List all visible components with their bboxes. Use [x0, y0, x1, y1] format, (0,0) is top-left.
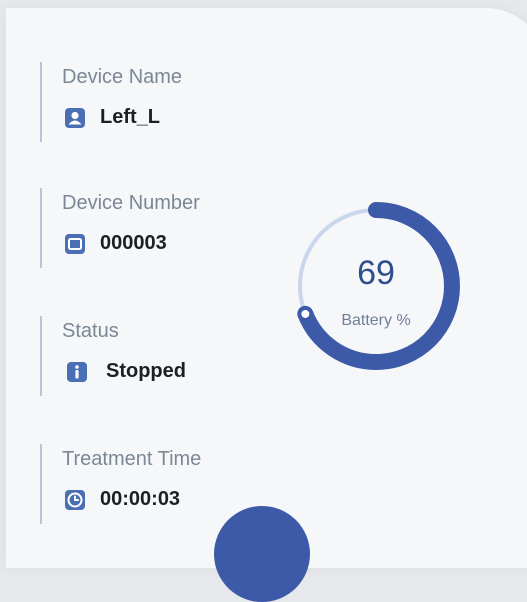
device-number-label: Device Number	[62, 192, 200, 214]
treatment-time-field: Treatment Time 00:00:03	[40, 444, 260, 530]
battery-caption: Battery %	[341, 312, 411, 329]
info-icon	[66, 361, 88, 383]
battery-value: 69	[357, 254, 395, 292]
device-name-value: Left_L	[100, 106, 160, 128]
field-divider	[40, 444, 42, 524]
clock-icon	[64, 489, 86, 511]
treatment-time-value: 00:00:03	[100, 488, 181, 510]
status-label: Status	[62, 320, 119, 342]
device-name-field: Device Name Left_L	[40, 62, 260, 148]
device-icon	[64, 233, 86, 255]
device-name-label: Device Name	[62, 66, 183, 88]
action-button[interactable]	[214, 506, 310, 602]
field-divider	[40, 316, 42, 396]
battery-gauge: 69 Battery %	[286, 196, 466, 376]
treatment-time-label: Treatment Time	[62, 448, 202, 470]
status-field: Status Stopped	[40, 316, 260, 402]
field-divider	[40, 188, 42, 268]
device-number-value: 000003	[100, 232, 167, 254]
field-divider	[40, 62, 42, 142]
status-value: Stopped	[106, 360, 186, 382]
device-number-field: Device Number 000003	[40, 188, 260, 274]
user-icon	[64, 107, 86, 129]
